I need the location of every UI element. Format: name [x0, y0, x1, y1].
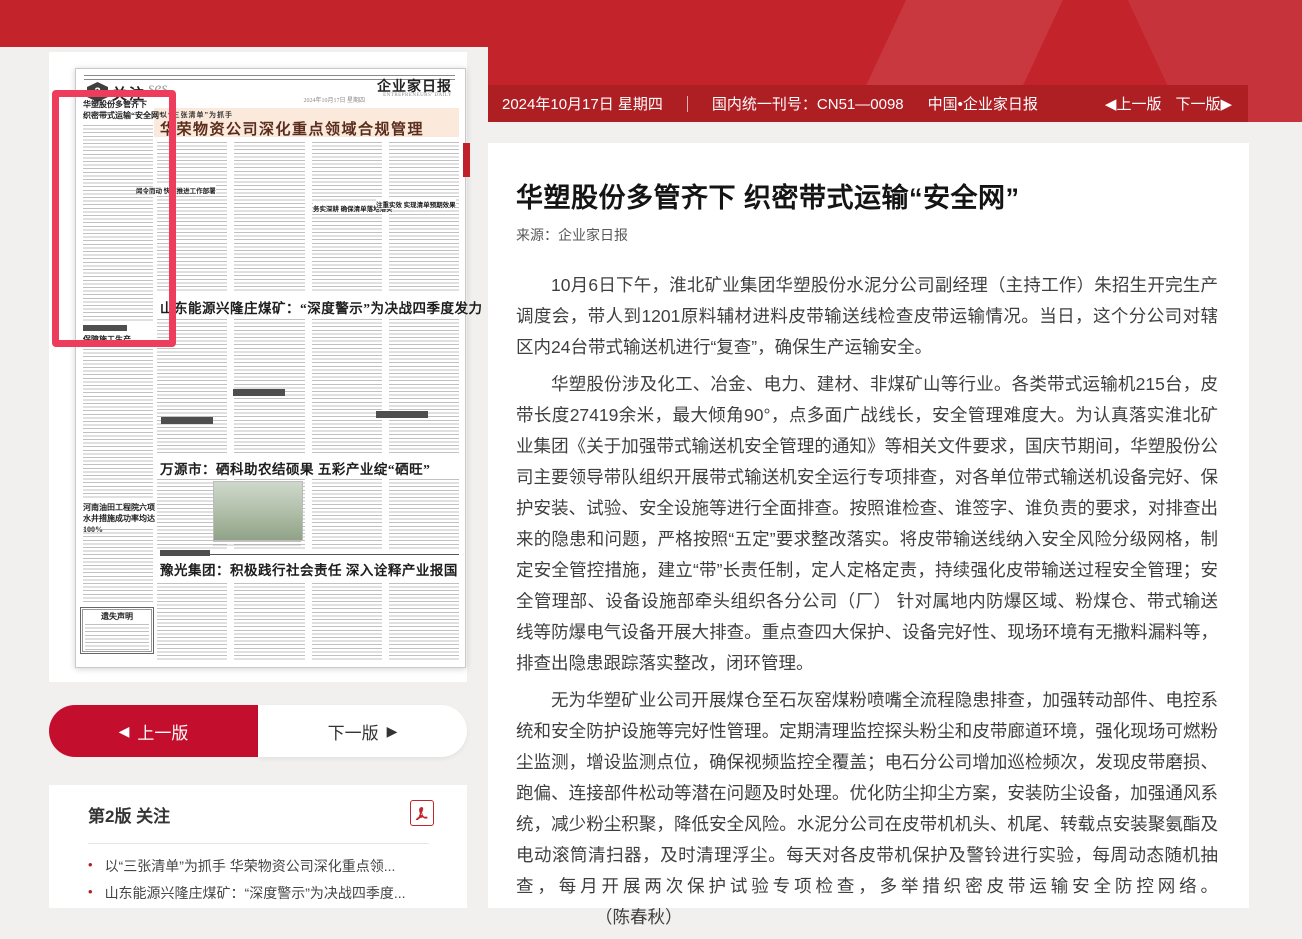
- article3-photo-caption: [213, 541, 301, 547]
- header-prev-link[interactable]: ◀上一版: [1105, 93, 1162, 114]
- bullet-icon: •: [88, 883, 93, 901]
- bullet-icon: •: [88, 856, 93, 874]
- article2-headline: 山东能源兴隆庄煤矿：“深度警示”为决战四季度发力: [160, 297, 483, 317]
- lead-article-headline: 华荣物资公司深化重点领域合规管理: [160, 118, 424, 139]
- lead-subhead-3: 注重实效 实现清单预期效果: [376, 199, 456, 209]
- lost-statement-box: 遗失声明: [80, 607, 154, 654]
- newspaper-page-thumbnail[interactable]: 2 关注 ses 企业家日报 ENTREPRENEURS' DAILY 2024…: [75, 68, 466, 668]
- article-source: 来源：企业家日报: [516, 225, 628, 245]
- header-date: 2024年10月17日 星期四: [502, 93, 663, 114]
- article-byline: （陈春秋）: [560, 902, 683, 933]
- section-card-title: 第2版 关注: [88, 802, 170, 827]
- section-tag: [160, 549, 210, 557]
- section-card-divider: [88, 843, 429, 844]
- article3-photo: [213, 481, 303, 541]
- next-edition-label: 下一版: [328, 719, 379, 744]
- lost-statement-title: 遗失声明: [81, 611, 153, 622]
- header-issue-number: 国内统一刊号：CN51—0098: [712, 93, 904, 114]
- article3-headline: 万源市：硒科助农结硕果 五彩产业绽“硒旺”: [160, 458, 430, 478]
- prev-edition-label: 上一版: [137, 719, 188, 744]
- next-arrow-icon: ▶: [387, 723, 398, 740]
- header-page-nav: ◀上一版 下一版▶: [1105, 93, 1232, 114]
- current-article-highlight-box[interactable]: [52, 90, 176, 347]
- header-brand: 中国•企业家日报: [928, 93, 1038, 114]
- article2-subhead-bar-1: [161, 417, 213, 424]
- article-paragraph: 华塑股份涉及化工、冶金、电力、建材、非煤矿山等行业。各类带式运输机215台，皮带…: [516, 369, 1218, 679]
- article2-subhead-bar-2: [233, 389, 285, 396]
- article4-headline: 豫光集团：积极践行社会责任 深入诠释产业报国: [160, 559, 458, 579]
- left-column-text-2: [83, 349, 153, 499]
- header-next-link[interactable]: 下一版▶: [1175, 93, 1232, 114]
- section-card: 第2版 关注 • 以“三张清单”为抓手 华荣物资公司深化重点领... • 山东能…: [49, 785, 467, 908]
- masthead-date: 2024年10月17日 星期四: [303, 95, 365, 104]
- header-bar: 2024年10月17日 星期四 国内统一刊号：CN51—0098 中国•企业家日…: [488, 85, 1248, 122]
- prev-edition-button[interactable]: ◀ 上一版: [49, 705, 258, 757]
- article-panel: 华塑股份多管齐下 织密带式运输“安全网” 来源：企业家日报 10月6日下午，淮北…: [488, 143, 1249, 908]
- article-paragraph: 10月6日下午，淮北矿业集团华塑股份水泥分公司副经理（主持工作）朱招生开完生产调…: [516, 270, 1218, 363]
- article2-subhead-bar-3: [376, 411, 428, 418]
- article2-columns: [157, 319, 459, 453]
- masthead-subtitle: ENTREPRENEURS' DAILY: [383, 93, 452, 98]
- next-edition-button[interactable]: 下一版 ▶: [258, 705, 467, 757]
- article-list-item[interactable]: • 山东能源兴隆庄煤矿：“深度警示”为决战四季度...: [88, 883, 447, 903]
- article-link-label[interactable]: 山东能源兴隆庄煤矿：“深度警示”为决战四季度...: [105, 883, 406, 903]
- article-title: 华塑股份多管齐下 织密带式运输“安全网”: [516, 176, 1020, 215]
- page-thumbnail-card: 2 关注 ses 企业家日报 ENTREPRENEURS' DAILY 2024…: [49, 52, 467, 682]
- article4-columns: [157, 583, 459, 661]
- lost-statement-text: [85, 624, 149, 652]
- lead-article-columns: [157, 142, 459, 292]
- left-column-text-3: [83, 529, 153, 603]
- scrollbar-thumb[interactable]: [463, 143, 470, 177]
- article-body: 10月6日下午，淮北矿业集团华塑股份水泥分公司副经理（主持工作）朱招生开完生产调…: [516, 270, 1218, 939]
- pdf-icon[interactable]: [410, 800, 434, 826]
- article-paragraph: 无为华塑矿业公司开展煤仓至石灰窑煤粉喷嘴全流程隐患排查，加强转动部件、电控系统和…: [516, 685, 1218, 933]
- prev-arrow-icon: ◀: [119, 723, 130, 740]
- header-separator: [687, 96, 688, 112]
- article-link-label[interactable]: 以“三张清单”为抓手 华荣物资公司深化重点领...: [105, 856, 396, 876]
- article3-columns: [157, 479, 459, 549]
- article-list-item[interactable]: • 以“三张清单”为抓手 华荣物资公司深化重点领...: [88, 856, 447, 876]
